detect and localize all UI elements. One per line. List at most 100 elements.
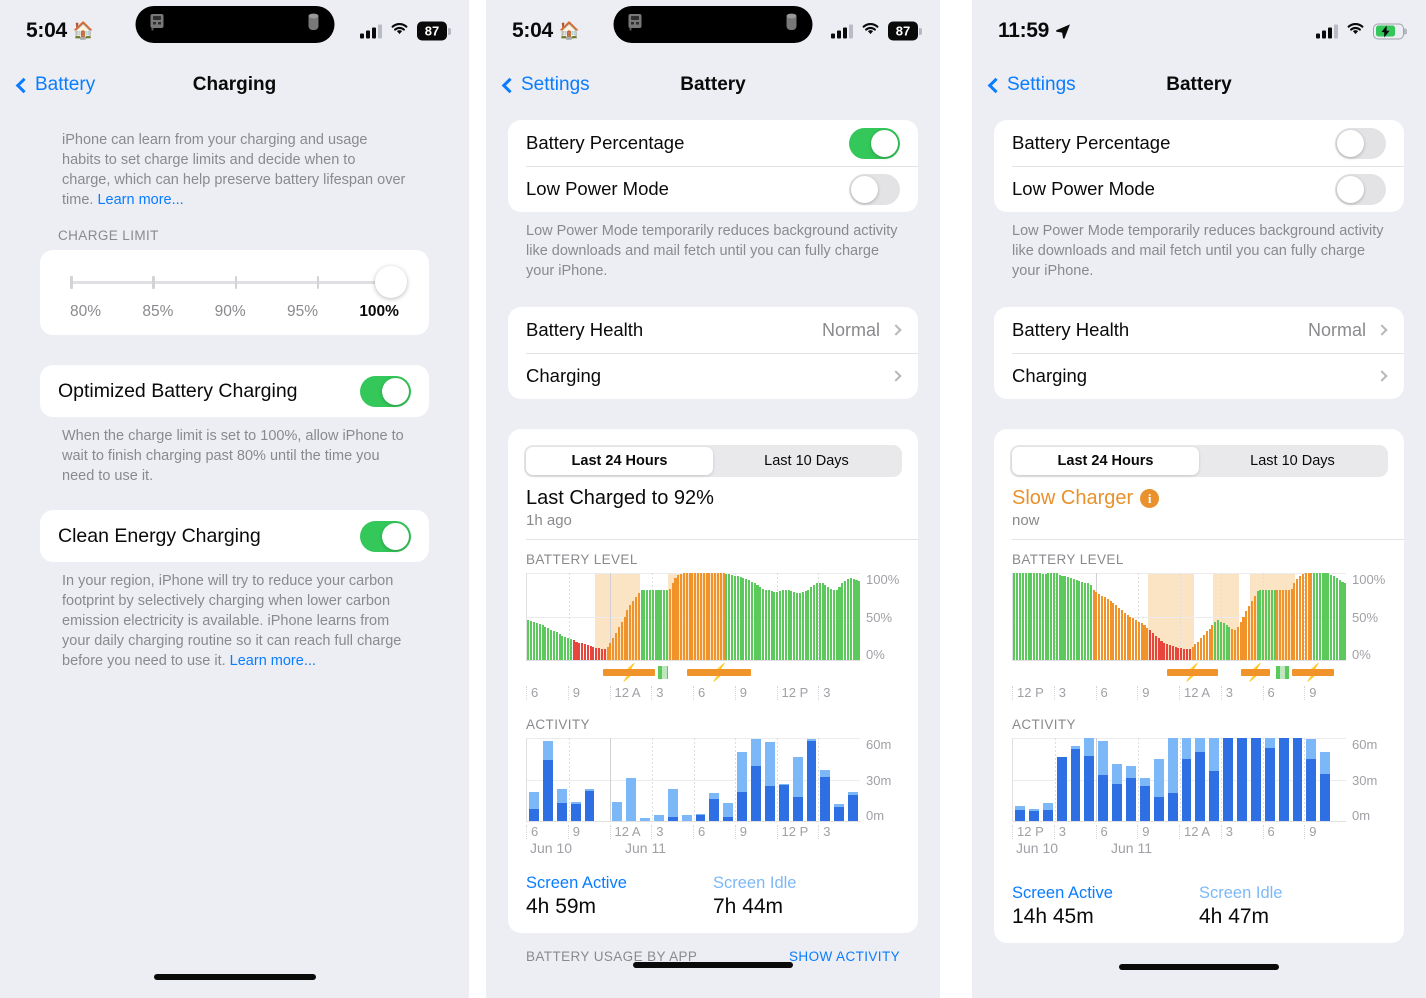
activity-bars [527, 738, 860, 821]
status-indicators-3 [1316, 22, 1404, 41]
activity-title: ACTIVITY [526, 717, 590, 732]
charge-limit-option-95[interactable]: 95% [287, 303, 318, 321]
row-battery-health[interactable]: Battery Health Normal [994, 307, 1404, 353]
screen-active-segment [806, 740, 817, 821]
home-indicator[interactable] [633, 962, 793, 968]
screen-idle-segment [723, 803, 734, 817]
learn-more-link-1[interactable]: Learn more... [97, 192, 183, 208]
activity-bar [667, 789, 678, 821]
recording-indicator-icon [785, 12, 799, 37]
charge-limit-option-80[interactable]: 80% [70, 303, 101, 321]
learn-more-link-2[interactable]: Learn more... [230, 653, 316, 669]
row-low-power-mode[interactable]: Low Power Mode [994, 166, 1404, 212]
xtick-label: 9 [734, 825, 747, 839]
row-charging[interactable]: Charging [508, 353, 918, 399]
xtick-label: 9 [1137, 825, 1149, 839]
activity-bar [612, 801, 623, 821]
battery-level-bar [1205, 631, 1208, 660]
optimized-toggle[interactable] [360, 375, 411, 407]
clean-energy-toggle[interactable] [360, 520, 411, 552]
screen-active-segment [1250, 738, 1261, 821]
segment-last-24-hours[interactable]: Last 24 Hours [1012, 447, 1199, 475]
activity-bar [1292, 738, 1303, 821]
charge-limit-option-85[interactable]: 85% [142, 303, 173, 321]
battery-level-bar [1154, 635, 1157, 660]
xtick-label: 9 [734, 686, 747, 700]
activity-bar [1181, 738, 1192, 821]
battery-level-bar [1120, 610, 1123, 660]
info-icon[interactable]: i [1140, 489, 1160, 508]
screen-active-segment [1195, 751, 1206, 821]
slider-tick-90 [234, 276, 237, 289]
segment-last-10-days[interactable]: Last 10 Days [1199, 447, 1386, 475]
charge-limit-slider[interactable] [70, 266, 407, 298]
battery-level-bar [1149, 630, 1152, 660]
battery-level-bar [1228, 626, 1231, 660]
home-indicator[interactable] [153, 974, 316, 980]
time-range-segmented-control[interactable]: Last 24 Hours Last 10 Days [524, 445, 902, 477]
screen-idle-total: Screen Idle 4h 47m [1199, 884, 1386, 929]
charge-limit-option-100[interactable]: 100% [359, 303, 399, 321]
screen-idle-value: 4h 47m [1199, 905, 1270, 928]
slider-knob[interactable] [375, 266, 407, 298]
xtick-label: 6 [1262, 825, 1275, 839]
back-button-battery[interactable]: Battery [15, 74, 95, 96]
battery-level-bar [603, 648, 606, 660]
status-bar-2: 5:04 🏠 87 [486, 0, 940, 62]
low-power-note: Low Power Mode temporarily reduces backg… [526, 223, 898, 279]
show-activity-button[interactable]: SHOW ACTIVITY [789, 949, 900, 964]
row-charging[interactable]: Charging [994, 353, 1404, 399]
battery-level-bar [1126, 614, 1129, 660]
row-optimized-battery-charging[interactable]: Optimized Battery Charging [40, 365, 429, 417]
row-battery-percentage[interactable]: Battery Percentage [508, 120, 918, 166]
status-bar-3: 11:59 [972, 0, 1426, 62]
battery-level-bar [728, 573, 731, 660]
segment-last-10-days[interactable]: Last 10 Days [713, 447, 900, 475]
activity-bar [1223, 738, 1233, 821]
battery-level-bar [637, 593, 640, 660]
battery-level-bar [756, 585, 759, 660]
battery-level-bar [708, 573, 711, 660]
battery-level-bar [1267, 590, 1270, 660]
screen-active-segment [1167, 793, 1178, 821]
screen-active-segment [751, 765, 761, 821]
battery-level-bar [1208, 628, 1211, 660]
row-low-power-mode[interactable]: Low Power Mode [508, 166, 918, 212]
screen-active-segment [1320, 773, 1331, 821]
battery-level-bar [714, 573, 717, 660]
battery-level-bar [1033, 573, 1036, 660]
battery-level-bar [660, 590, 663, 660]
row-battery-health[interactable]: Battery Health Normal [508, 307, 918, 353]
battery-percentage-toggle[interactable] [849, 127, 900, 159]
low-power-mode-toggle[interactable] [1335, 173, 1386, 205]
battery-level-bar [1233, 629, 1237, 660]
chevron-right-icon [890, 370, 902, 382]
back-button-settings[interactable]: Settings [501, 74, 590, 96]
low-power-mode-toggle[interactable] [849, 173, 900, 205]
battery-content-b: Battery Percentage Low Power Mode Low Po… [972, 108, 1426, 943]
home-indicator[interactable] [1119, 964, 1279, 970]
battery-toggles-group: Battery Percentage Low Power Mode [508, 120, 918, 212]
charge-limit-option-90[interactable]: 90% [215, 303, 246, 321]
screen-active-segment [764, 786, 775, 821]
time-range-segmented-control[interactable]: Last 24 Hours Last 10 Days [1010, 445, 1388, 477]
segment-last-24-hours[interactable]: Last 24 Hours [526, 447, 713, 475]
row-clean-energy-charging[interactable]: Clean Energy Charging [40, 510, 429, 562]
battery-level-bar [1299, 575, 1302, 660]
ytick-30m: 30m [866, 772, 892, 788]
back-button-settings[interactable]: Settings [987, 74, 1076, 96]
battery-level-bar [798, 593, 801, 660]
battery-level-bar [1279, 590, 1282, 660]
row-battery-percentage[interactable]: Battery Percentage [994, 120, 1404, 166]
battery-percentage-toggle[interactable] [1335, 127, 1386, 159]
low-power-note: Low Power Mode temporarily reduces backg… [1012, 223, 1384, 279]
activity-bar [640, 818, 650, 821]
activity-xaxis: 6 9 12 A 3 6 9 12 P 3 [508, 822, 918, 840]
screen-active-segment [834, 807, 845, 821]
battery-level-bars [527, 573, 861, 660]
battery-level-bar [1050, 573, 1053, 660]
activity-bar [751, 739, 761, 821]
activity-bar [834, 804, 845, 821]
screen-idle-segment [667, 789, 678, 817]
battery-charging-icon [1373, 23, 1404, 39]
